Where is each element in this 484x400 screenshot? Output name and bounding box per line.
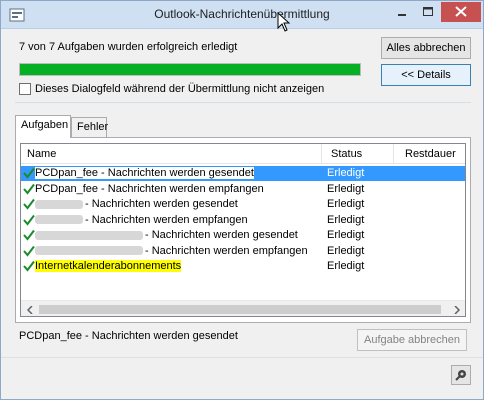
task-row[interactable]: - Nachrichten werden gesendet Erledigt — [21, 197, 465, 212]
checkmark-icon — [23, 229, 35, 241]
redacted-account-name — [35, 230, 143, 240]
task-list-header: Name Status Restdauer — [21, 144, 465, 164]
separator — [15, 102, 471, 103]
task-name-text: - Nachrichten werden empfangen — [85, 213, 248, 226]
scroll-right-icon[interactable] — [448, 301, 465, 316]
task-status: Erledigt — [327, 182, 365, 195]
cancel-all-button[interactable]: Alles abbrechen — [381, 37, 471, 59]
hide-dialog-option[interactable]: Dieses Dialogfeld während der Übermittlu… — [19, 83, 324, 95]
task-name: - Nachrichten werden gesendet — [35, 229, 298, 241]
task-status: Erledigt — [327, 213, 365, 226]
overall-progress-bar — [19, 63, 361, 76]
mouse-cursor-icon — [277, 11, 291, 32]
task-status: Erledigt — [327, 167, 365, 179]
column-header-name[interactable]: Name — [27, 148, 56, 160]
task-name: - Nachrichten werden gesendet — [35, 198, 238, 210]
footer-separator — [1, 357, 483, 358]
task-name-text: PCDpan_fee - Nachrichten werden gesendet — [35, 167, 254, 179]
horizontal-scrollbar[interactable] — [21, 300, 465, 316]
abort-task-button[interactable]: Aufgabe abbrechen — [357, 329, 467, 351]
details-toggle-button[interactable]: << Details — [381, 64, 471, 86]
hide-dialog-label: Dieses Dialogfeld während der Übermittlu… — [35, 83, 325, 95]
task-status: Erledigt — [327, 260, 365, 272]
task-name: PCDpan_fee - Nachrichten werden empfange… — [35, 183, 264, 195]
hide-dialog-checkbox[interactable] — [19, 83, 31, 95]
column-header-status[interactable]: Status — [331, 148, 362, 160]
tasks-tab-panel: Name Status Restdauer PCDpan_fee - Nachr… — [15, 137, 471, 323]
minimize-icon — [398, 14, 406, 16]
column-header-remaining[interactable]: Restdauer — [405, 148, 456, 160]
task-name: - Nachrichten werden empfangen — [35, 214, 248, 226]
title-bar[interactable]: Outlook-Nachrichtenübermittlung — [1, 1, 483, 32]
checkmark-icon — [23, 245, 35, 257]
maximize-icon — [423, 7, 433, 16]
tab-errors[interactable]: Fehler — [71, 117, 108, 137]
tab-tasks[interactable]: Aufgaben — [15, 115, 71, 138]
task-summary-text: 7 von 7 Aufgaben wurden erfolgreich erle… — [19, 41, 238, 53]
task-name: - Nachrichten werden empfangen — [35, 245, 308, 257]
maximize-button[interactable] — [415, 2, 441, 22]
redacted-account-name — [35, 246, 143, 256]
task-name-text: PCDpan_fee - Nachrichten werden empfange… — [35, 182, 264, 195]
close-button[interactable] — [441, 2, 481, 22]
task-status: Erledigt — [327, 229, 365, 241]
task-status: Erledigt — [327, 198, 365, 210]
task-row[interactable]: - Nachrichten werden gesendet Erledigt — [21, 228, 465, 243]
task-status: Erledigt — [327, 244, 365, 257]
close-icon — [455, 6, 467, 17]
checkmark-icon — [23, 167, 35, 179]
task-list[interactable]: Name Status Restdauer PCDpan_fee - Nachr… — [20, 143, 466, 317]
task-name-text: - Nachrichten werden gesendet — [85, 198, 238, 210]
task-name-text: - Nachrichten werden empfangen — [145, 244, 308, 257]
scrollbar-thumb[interactable] — [39, 305, 441, 314]
task-name-text: - Nachrichten werden gesendet — [145, 229, 298, 241]
scroll-left-icon[interactable] — [21, 301, 38, 316]
task-row[interactable]: PCDpan_fee - Nachrichten werden gesendet… — [21, 166, 465, 181]
task-name: PCDpan_fee - Nachrichten werden gesendet — [35, 167, 254, 179]
task-row[interactable]: PCDpan_fee - Nachrichten werden empfange… — [21, 182, 465, 197]
task-name: Internetkalenderabonnements — [35, 260, 182, 272]
progress-fill — [20, 64, 360, 75]
task-row[interactable]: - Nachrichten werden empfangen Erledigt — [21, 213, 465, 228]
send-receive-dialog: Outlook-Nachrichtenübermittlung 7 von 7 … — [0, 0, 484, 400]
checkmark-icon — [23, 260, 35, 272]
current-task-text: PCDpan_fee - Nachrichten werden gesendet — [19, 330, 238, 342]
column-divider[interactable] — [393, 144, 394, 164]
task-name-text: Internetkalenderabonnements — [35, 260, 182, 272]
minimize-button[interactable] — [389, 2, 415, 22]
pin-icon — [455, 370, 466, 381]
pin-button[interactable] — [451, 365, 471, 385]
checkmark-icon — [23, 214, 35, 226]
redacted-account-name — [35, 199, 83, 209]
checkmark-icon — [23, 198, 35, 210]
task-row[interactable]: - Nachrichten werden empfangen Erledigt — [21, 244, 465, 259]
checkmark-icon — [23, 183, 35, 195]
redacted-account-name — [35, 215, 83, 225]
task-row[interactable]: Internetkalenderabonnements Erledigt — [21, 259, 465, 274]
column-divider[interactable] — [321, 144, 322, 164]
